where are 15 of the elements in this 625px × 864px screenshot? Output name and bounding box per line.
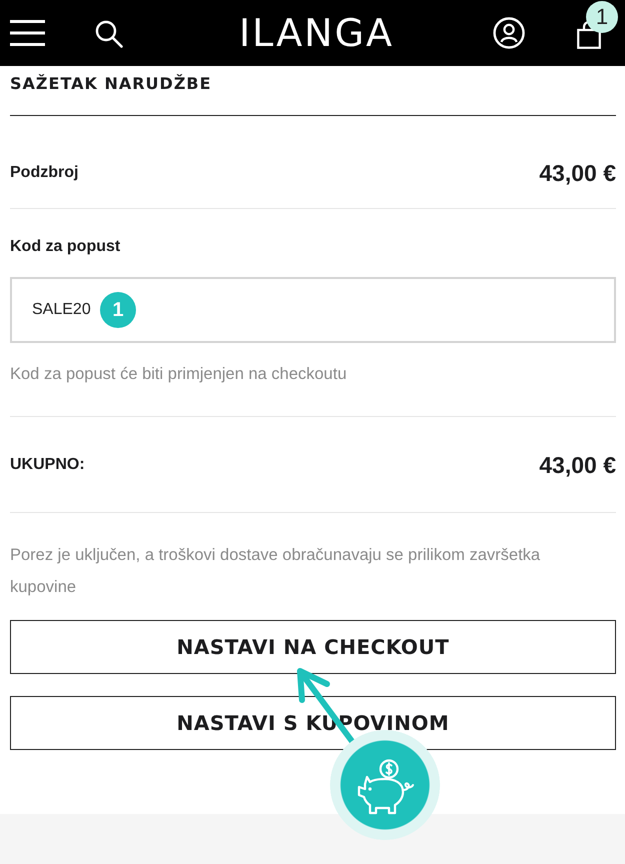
subtotal-label: Podzbroj	[10, 163, 78, 183]
search-icon[interactable]	[95, 20, 123, 48]
section-title: SAŽETAK NARUDŽBE	[10, 74, 212, 94]
total-value: 43,00 €	[539, 450, 616, 478]
checkout-button[interactable]: NASTAVI NA CHECKOUT	[10, 620, 616, 674]
cart-count-badge: 1	[586, 1, 618, 33]
discount-hint-text: Kod za popust će biti primjenjen na checkoutu	[10, 364, 347, 384]
brand-logo[interactable]: ILANGA	[238, 13, 394, 53]
menu-icon[interactable]	[10, 20, 45, 46]
account-icon[interactable]	[493, 17, 525, 49]
discount-code-label: Kod za popust	[10, 237, 120, 257]
subtotal-value: 43,00 €	[539, 159, 616, 187]
tax-shipping-note: Porez je uključen, a troškovi dostave obračunavaju se prilikom završetka kupovine	[10, 545, 542, 598]
total-label: UKUPNO:	[10, 454, 85, 474]
step-marker: 1	[100, 292, 136, 328]
